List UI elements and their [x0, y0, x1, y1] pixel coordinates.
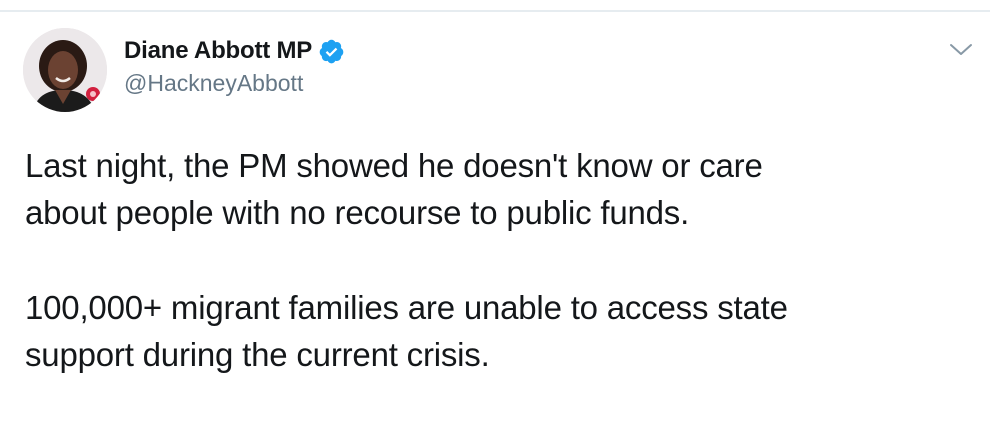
avatar[interactable] [23, 28, 107, 112]
name-row: Diane Abbott MP [124, 36, 345, 66]
chevron-down-icon[interactable] [948, 40, 974, 60]
tweet-header: Diane Abbott MP @HackneyAbbott [124, 36, 345, 106]
tweet-card: Diane Abbott MP @HackneyAbbott Last nigh… [0, 12, 990, 432]
paragraph-break [25, 236, 975, 284]
tweet-line: about people with no recourse to public … [25, 194, 690, 231]
display-name[interactable]: Diane Abbott MP [124, 37, 312, 65]
avatar-image [23, 28, 107, 112]
tweet-text: Last night, the PM showed he doesn't kno… [25, 142, 975, 378]
tweet-line: 100,000+ migrant families are unable to … [25, 289, 788, 326]
user-handle[interactable]: @HackneyAbbott [124, 70, 345, 97]
verified-badge-icon [318, 38, 345, 65]
tweet-line: Last night, the PM showed he doesn't kno… [25, 147, 763, 184]
tweet-line: support during the current crisis. [25, 336, 490, 373]
